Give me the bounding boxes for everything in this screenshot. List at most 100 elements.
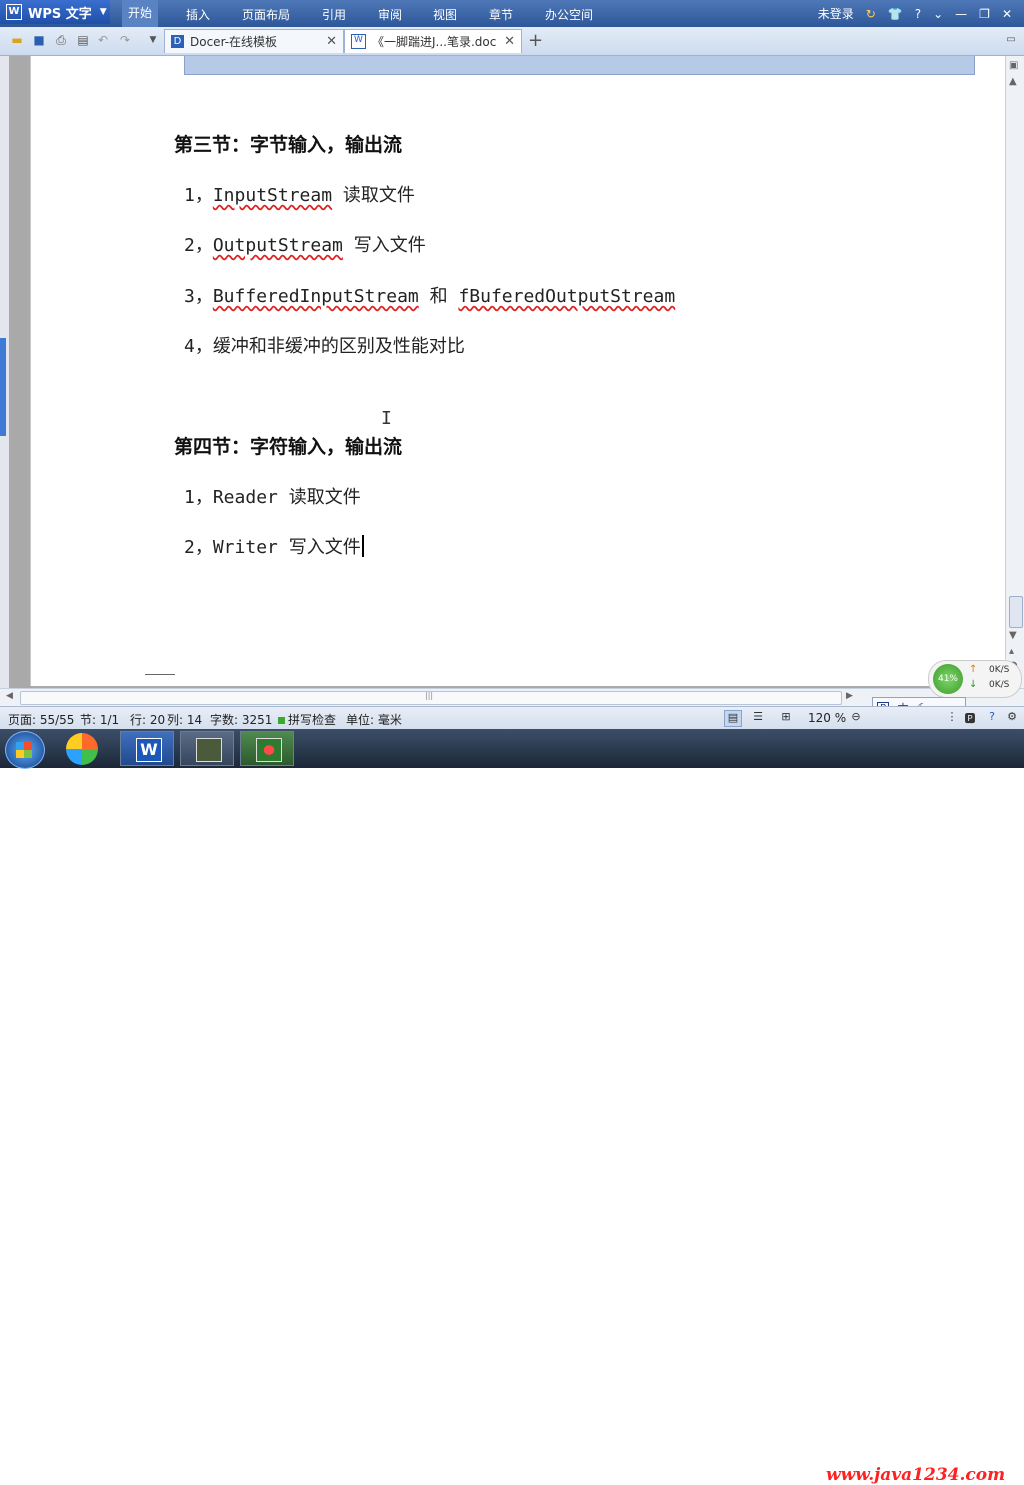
spell-check-label: 拼写检查 <box>288 713 337 727</box>
section3-item-3: 3，BufferedInputStream 和 fBuferedOutputSt… <box>184 282 675 308</box>
item-number: 2， <box>184 235 213 256</box>
minimize-icon[interactable]: — <box>955 7 967 21</box>
login-link[interactable]: 未登录 <box>818 5 854 22</box>
menu-insert[interactable]: 插入 <box>186 6 210 23</box>
scroll-left-icon[interactable]: ◀ <box>6 691 13 701</box>
text-caret <box>361 535 364 557</box>
section4-heading: 第四节：字符输入，输出流 <box>174 436 403 458</box>
page-corner-mark <box>145 674 175 687</box>
docer-icon: D <box>171 35 184 48</box>
wps-logo-icon: W <box>6 4 22 20</box>
zoom-level[interactable]: 120 % <box>808 711 846 725</box>
menu-review[interactable]: 审阅 <box>378 6 402 23</box>
menu-bar: W WPS 文字 ▼ 开始 插入 页面布局 引用 审阅 视图 章节 办公空间 未… <box>0 0 1024 27</box>
tab-document-label: 《一脚踹进J...笔录.doc <box>372 35 497 49</box>
menubar-right: 未登录 ↻ 👕 ? ⌄ — ❐ ✕ <box>818 0 1024 27</box>
page-view-icon[interactable]: ▤ <box>724 710 742 727</box>
app-window-icon <box>196 738 222 762</box>
code-term: fBuferedOutputStream <box>458 286 676 307</box>
status-page[interactable]: 页面: 55/55 <box>8 711 74 728</box>
vertical-scrollbar[interactable]: ▣ ▲ ▼ ▴ ● ▾ <box>1005 56 1024 688</box>
menu-references[interactable]: 引用 <box>322 6 346 23</box>
upload-speed: 0K/S <box>989 665 1010 675</box>
ruler-toggle-icon[interactable]: ▣ <box>1009 60 1018 71</box>
vertical-scroll-thumb[interactable] <box>1009 596 1023 628</box>
taskbar-pinned-app[interactable] <box>66 733 98 765</box>
taskbar-app-2[interactable] <box>180 731 234 766</box>
menu-page-layout[interactable]: 页面布局 <box>242 6 290 23</box>
item-text: 写入文件 <box>342 235 426 256</box>
zoom-out-icon[interactable]: ⊖ <box>848 710 864 725</box>
left-panel-strip <box>0 56 9 688</box>
network-speed-widget[interactable]: 41% ↑ ↓ 0K/S 0K/S <box>928 660 1022 698</box>
recorder-icon <box>256 738 282 762</box>
section3-item-1: 1，InputStream 读取文件 <box>184 181 415 207</box>
app-name: WPS 文字 <box>28 6 92 22</box>
status-word-count[interactable]: 字数: 3251 <box>210 711 272 728</box>
status-row: 行: 20 <box>130 713 166 727</box>
ime-p-icon[interactable]: 🅿 <box>962 710 978 725</box>
scroll-grip-icon: ||| <box>425 691 434 700</box>
restore-icon[interactable]: ❐ <box>979 7 990 21</box>
section4-item-2: 2，Writer 写入文件 <box>184 533 364 559</box>
watermark-text: www.java1234.com <box>826 1465 1006 1485</box>
menu-home[interactable]: 开始 <box>122 0 159 27</box>
item-text: Reader 读取文件 <box>212 487 361 508</box>
spell-check-indicator <box>278 717 285 724</box>
mouse-ibeam-cursor: I <box>381 408 392 429</box>
print-icon[interactable]: ⎙ <box>54 33 68 47</box>
help-button[interactable]: ? <box>915 7 921 21</box>
scroll-up-icon[interactable]: ▲ <box>1009 76 1017 87</box>
close-tab-icon[interactable]: ✕ <box>504 34 515 49</box>
section3-item-4: 4，缓冲和非缓冲的区别及性能对比 <box>184 332 465 358</box>
menu-office-space[interactable]: 办公空间 <box>545 6 593 23</box>
horizontal-scrollbar[interactable]: ◀ ||| ▶ <box>0 688 1024 706</box>
collapse-ribbon-icon[interactable]: ⌄ <box>933 7 943 21</box>
menu-chapter[interactable]: 章节 <box>489 6 513 23</box>
section3-item-2: 2，OutputStream 写入文件 <box>184 231 426 257</box>
undo-icon[interactable]: ↶ <box>96 33 110 47</box>
tab-docer-label: Docer-在线模板 <box>190 35 278 49</box>
item-number: 1， <box>184 185 213 206</box>
print-preview-icon[interactable]: ▤ <box>76 33 90 47</box>
side-panel-toggle[interactable] <box>0 338 6 436</box>
tab-docer[interactable]: D Docer-在线模板 ✕ <box>164 29 344 53</box>
web-view-icon[interactable]: ⊞ <box>778 710 794 725</box>
scroll-down-icon[interactable]: ▼ <box>1009 630 1017 641</box>
prev-page-icon[interactable]: ▴ <box>1009 646 1014 657</box>
quick-access-dropdown-icon[interactable]: ▼ <box>146 33 160 47</box>
scroll-right-icon[interactable]: ▶ <box>846 691 853 701</box>
windows-taskbar: W www.java1234.com <box>0 729 1024 1485</box>
close-icon[interactable]: ✕ <box>1002 7 1012 21</box>
outline-view-icon[interactable]: ☰ <box>750 710 766 725</box>
section3-heading: 第三节：字节输入，输出流 <box>174 134 403 156</box>
tab-menu-icon[interactable]: ▭ <box>1004 33 1018 47</box>
wps-app-button[interactable]: W WPS 文字 ▼ <box>0 0 110 24</box>
spell-check-toggle[interactable]: 拼写检查 <box>278 711 336 728</box>
shaded-block <box>184 56 975 75</box>
sync-icon[interactable]: ↻ <box>866 7 876 21</box>
add-tab-button[interactable]: + <box>528 30 543 51</box>
section4-item-1: 1，Reader 读取文件 <box>184 483 361 509</box>
skin-icon[interactable]: 👕 <box>888 7 903 21</box>
save-icon[interactable]: ■ <box>32 33 46 47</box>
tab-document[interactable]: W 《一脚踹进J...笔录.doc ✕ <box>344 29 522 53</box>
options-icon[interactable]: ⚙ <box>1004 710 1020 725</box>
tab-bar: ▬ ■ ⎙ ▤ ↶ ↷ ▼ D Docer-在线模板 ✕ W 《一脚踹进J...… <box>0 27 1024 56</box>
item-text: 和 <box>418 286 459 307</box>
item-number: 3， <box>184 286 213 307</box>
open-folder-icon[interactable]: ▬ <box>10 33 24 47</box>
status-unit[interactable]: 单位: 毫米 <box>346 711 402 728</box>
item-text: Writer 写入文件 <box>212 537 361 558</box>
menu-view[interactable]: 视图 <box>433 6 457 23</box>
status-col: 列: 14 <box>167 713 203 727</box>
redo-icon[interactable]: ↷ <box>118 33 132 47</box>
status-bar: 页面: 55/55 节: 1/1 行: 20 列: 14 字数: 3251 拼写… <box>0 706 1024 730</box>
close-tab-icon[interactable]: ✕ <box>326 34 337 49</box>
help-circle-icon[interactable]: ? <box>984 710 1000 725</box>
taskbar-recorder[interactable] <box>240 731 294 766</box>
code-term: InputStream <box>212 185 333 206</box>
status-section: 节: 1/1 <box>80 713 120 727</box>
start-button[interactable] <box>5 731 45 769</box>
taskbar-wps-writer[interactable]: W <box>120 731 174 766</box>
